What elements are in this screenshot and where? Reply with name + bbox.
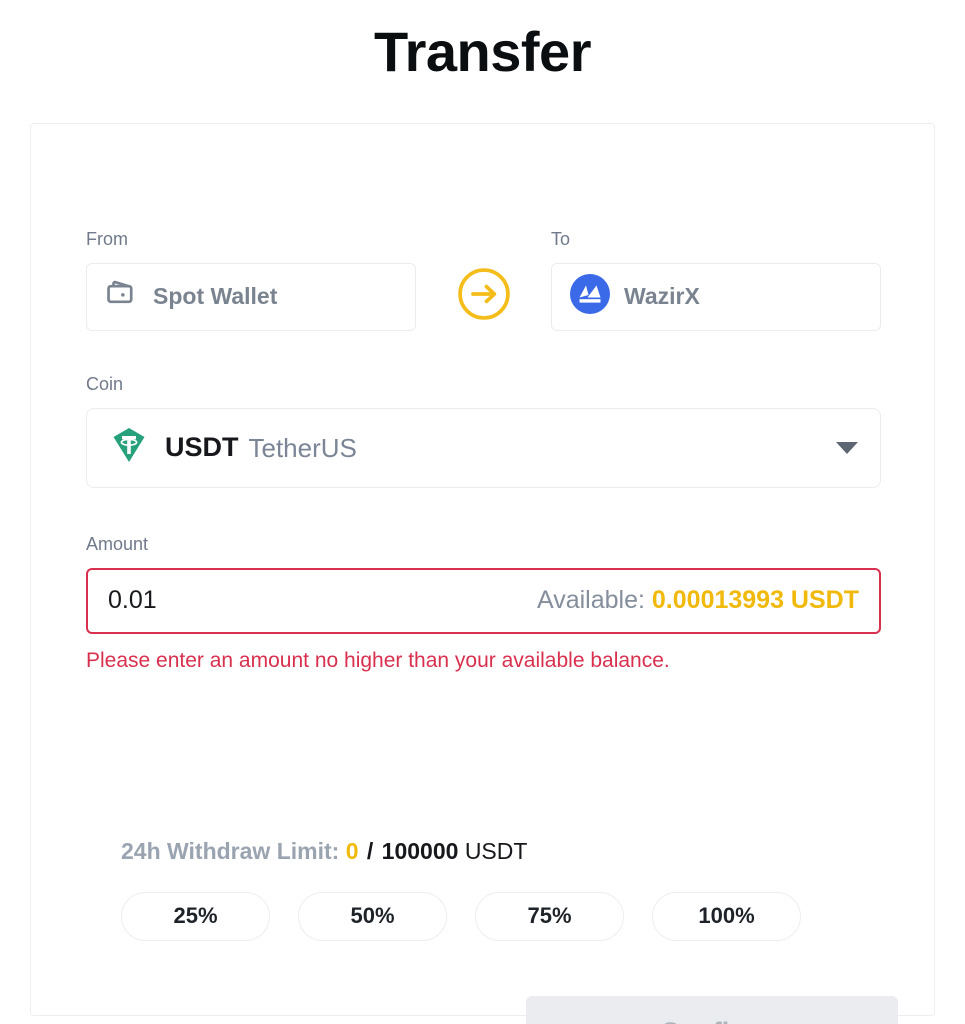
direction-arrow-wrap bbox=[416, 263, 551, 331]
confirm-button[interactable]: Confirm bbox=[526, 996, 898, 1024]
withdraw-limit-label: 24h Withdraw Limit: bbox=[121, 838, 340, 864]
transfer-card: From Spot Wallet To WazirX Coin USDT Tet… bbox=[30, 123, 935, 1024]
from-label: From bbox=[86, 229, 128, 249]
available-label: Available: bbox=[537, 586, 645, 615]
amount-input[interactable]: 0.01 bbox=[108, 588, 157, 613]
transfer-page: Transfer From Spot Wallet To WazirX Coin… bbox=[0, 0, 965, 1024]
withdraw-limit-separator: / bbox=[366, 838, 374, 864]
withdraw-limit-used: 0 bbox=[345, 838, 359, 864]
withdraw-limit-line: 24h Withdraw Limit: 0 / 100000 USDT bbox=[121, 838, 891, 866]
transfer-direction-row: From Spot Wallet To WazirX bbox=[86, 229, 881, 331]
amount-input-box[interactable]: 0.01 Available: 0.00013993 USDT bbox=[86, 567, 881, 634]
limit-section: 24h Withdraw Limit: 0 / 100000 USDT 25% … bbox=[121, 838, 891, 941]
tether-icon bbox=[109, 425, 149, 470]
available-balance: Available: 0.00013993 USDT bbox=[537, 588, 859, 613]
withdraw-limit-unit: USDT bbox=[464, 838, 528, 864]
from-wallet-select[interactable]: Spot Wallet bbox=[86, 262, 416, 331]
coin-ticker: USDT bbox=[165, 432, 239, 463]
withdraw-limit-max: 100000 bbox=[381, 838, 459, 864]
coin-select[interactable]: USDT TetherUS bbox=[86, 407, 881, 488]
coin-section: Coin USDT TetherUS bbox=[86, 374, 881, 488]
to-exchange-value: WazirX bbox=[624, 283, 700, 310]
amount-error-message: Please enter an amount no higher than yo… bbox=[86, 648, 670, 672]
page-title: Transfer bbox=[374, 20, 592, 83]
coin-name: TetherUS bbox=[248, 432, 357, 463]
wallet-icon bbox=[105, 277, 139, 316]
arrow-right-circle-icon[interactable] bbox=[457, 267, 511, 326]
from-wallet-value: Spot Wallet bbox=[153, 283, 278, 310]
confirm-wrap: Confirm bbox=[526, 996, 898, 1024]
to-field-group: To WazirX bbox=[551, 229, 881, 331]
to-exchange-select[interactable]: WazirX bbox=[551, 262, 881, 331]
wazirx-logo-icon bbox=[570, 274, 610, 319]
amount-section: Amount 0.01 Available: 0.00013993 USDT P… bbox=[86, 534, 881, 673]
percent-button-50[interactable]: 50% bbox=[298, 891, 447, 941]
chevron-down-icon[interactable] bbox=[836, 441, 858, 454]
percent-button-25[interactable]: 25% bbox=[121, 891, 270, 941]
from-field-group: From Spot Wallet bbox=[86, 229, 416, 331]
amount-label: Amount bbox=[86, 534, 149, 554]
to-label: To bbox=[551, 229, 571, 249]
percent-buttons-row: 25% 50% 75% 100% bbox=[121, 891, 891, 941]
coin-label: Coin bbox=[86, 374, 124, 394]
percent-button-75[interactable]: 75% bbox=[475, 891, 624, 941]
percent-button-100[interactable]: 100% bbox=[652, 891, 801, 941]
available-value[interactable]: 0.00013993 USDT bbox=[652, 586, 859, 614]
